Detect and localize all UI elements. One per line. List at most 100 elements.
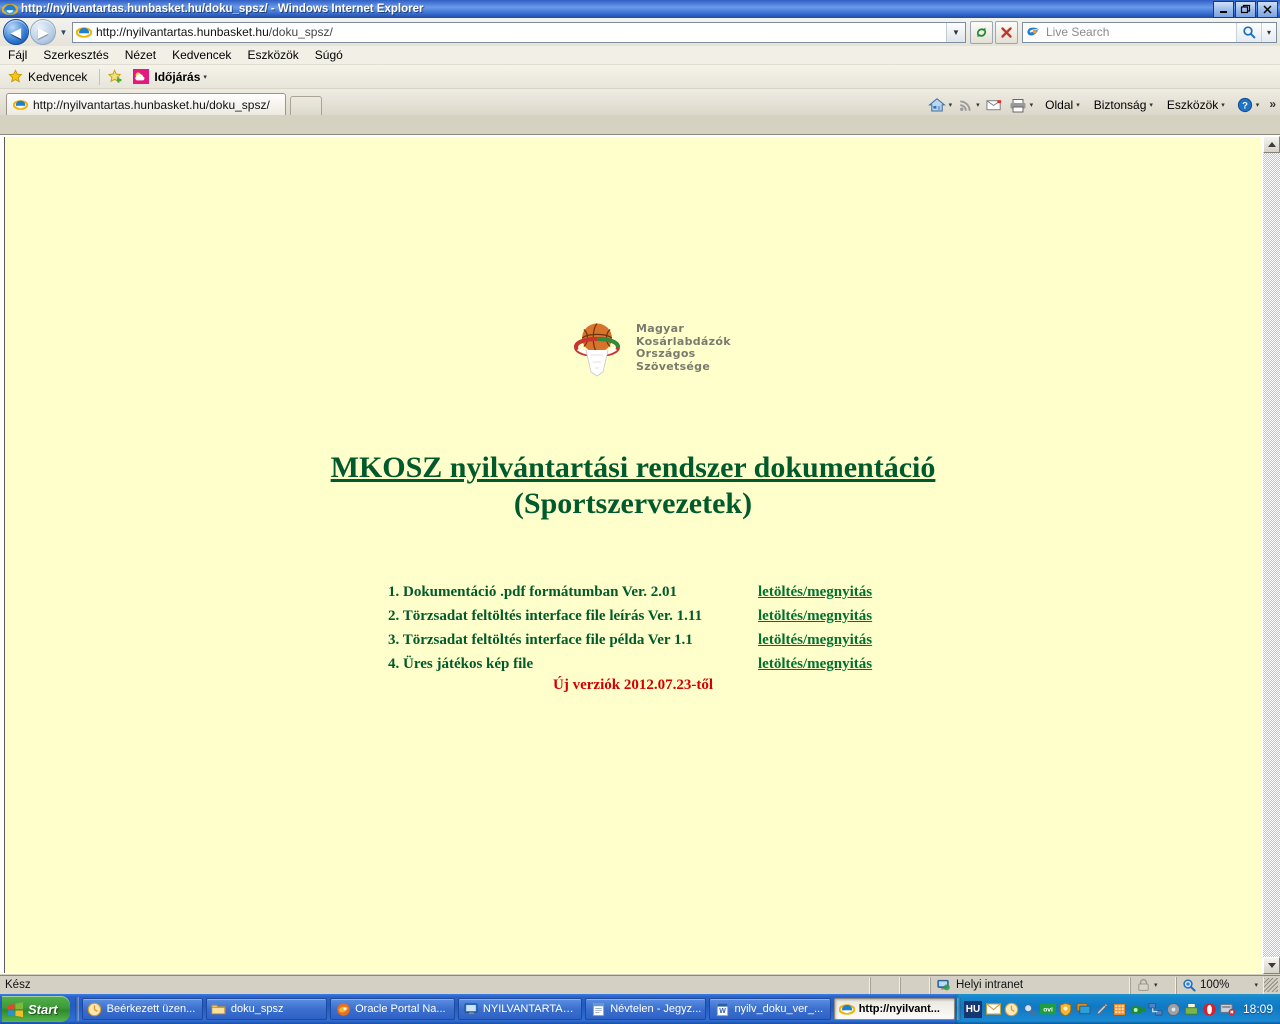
ovi-icon[interactable]: ovi [1039, 1001, 1056, 1017]
taskbar-item-outlook[interactable]: Beérkezett üzen... [81, 998, 203, 1020]
pen-icon[interactable] [1094, 1001, 1110, 1017]
zoom-control[interactable]: 100% ▾ [1176, 976, 1264, 994]
home-icon [927, 97, 946, 113]
security-zone-label: Helyi intranet [956, 979, 1024, 991]
resize-grip[interactable] [1264, 978, 1278, 992]
favorites-item-weather[interactable]: Időjárás ▾ [133, 69, 207, 84]
taskbar-item-ie[interactable]: http://nyilvant... [833, 998, 955, 1020]
search-submit-button[interactable] [1236, 22, 1261, 42]
chevron-down-icon: ▾ [1254, 982, 1258, 989]
back-button[interactable]: ◀ [3, 19, 29, 45]
calculator-icon[interactable] [1112, 1001, 1128, 1017]
menu-item-favorites[interactable]: Kedvencek [172, 48, 231, 62]
address-path: /doku_spsz/ [268, 25, 333, 39]
scroll-down-button[interactable] [1263, 957, 1280, 974]
taskbar-item-terminal[interactable]: NYILVANTARTAS... [458, 998, 583, 1020]
chevron-down-icon: ▼ [952, 27, 960, 37]
triangle-up-icon [1267, 142, 1276, 147]
tools-menu-button[interactable]: Eszközök ▾ [1165, 98, 1227, 112]
browser-tab[interactable]: http://nyilvantartas.hunbasket.hu/doku_s… [6, 93, 286, 115]
help-button[interactable]: ? ▾ [1235, 97, 1262, 113]
address-bar[interactable]: http://nyilvantartas.hunbasket.hu/doku_s… [72, 21, 966, 43]
address-dropdown-button[interactable]: ▼ [946, 22, 965, 42]
start-label: Start [28, 1001, 58, 1017]
status-spacer-1 [870, 976, 900, 994]
new-tab-button[interactable] [290, 96, 322, 115]
tray-grip [956, 998, 961, 1020]
refresh-button[interactable] [970, 20, 993, 44]
network-icon[interactable] [1148, 1001, 1164, 1017]
search-options-button[interactable]: ▾ [1261, 22, 1276, 42]
taskbar-item-firefox[interactable]: Oracle Portal Na... [330, 998, 456, 1020]
print-button[interactable]: ▾ [1007, 98, 1036, 113]
start-button[interactable]: Start [2, 996, 70, 1022]
search-input[interactable]: Live Search [1046, 25, 1109, 39]
chevron-down-icon: ▾ [1149, 102, 1153, 109]
taskbar-item-label: nyilv_doku_ver_... [734, 1003, 824, 1015]
document-label: 3. Törzsadat feltöltés interface file pé… [388, 632, 693, 648]
tray-clock[interactable]: 18:09 [1243, 1002, 1273, 1016]
page-viewport: Magyar Kosárlabdázók Országos Szövetsége… [0, 134, 1280, 974]
navigation-toolbar: ◀ ▶ ▼ http://nyilvantartas.hunbasket.hu/… [0, 18, 1280, 46]
security-menu-button[interactable]: Biztonság ▾ [1092, 98, 1155, 112]
display-icon[interactable] [1076, 1001, 1092, 1017]
close-button[interactable] [1257, 1, 1278, 18]
download-link[interactable]: letöltés/megnyitás [758, 656, 872, 673]
shield-icon[interactable] [1058, 1001, 1074, 1017]
download-link[interactable]: letöltés/megnyitás [758, 584, 872, 601]
opera-icon[interactable] [1202, 1001, 1218, 1017]
safe-remove-icon[interactable] [1220, 1001, 1236, 1017]
language-indicator[interactable]: HU [963, 1000, 982, 1018]
page-menu-label: Oldal [1045, 98, 1074, 112]
favorites-center-button[interactable]: Kedvencek [8, 69, 87, 84]
search-box[interactable]: Live Search ▾ [1022, 21, 1277, 43]
menu-item-tools[interactable]: Eszközök [247, 48, 298, 62]
menu-item-file[interactable]: Fájl [8, 48, 27, 62]
download-link[interactable]: letöltés/megnyitás [758, 608, 872, 625]
forward-button[interactable]: ▶ [30, 19, 56, 45]
taskbar-item-label: Névtelen - Jegyz... [610, 1003, 702, 1015]
taskbar-item-folder[interactable]: doku_spsz [205, 998, 328, 1020]
feeds-button[interactable]: ▾ [956, 98, 982, 113]
menu-item-help[interactable]: Súgó [315, 48, 343, 62]
address-input[interactable]: http://nyilvantartas.hunbasket.hu/doku_s… [96, 25, 333, 39]
tab-favicon-icon [12, 97, 29, 113]
page-title-line-2: (Sportszervezetek) [513, 487, 753, 520]
vertical-scrollbar[interactable] [1263, 136, 1280, 974]
outlook-icon [87, 1001, 103, 1017]
disc-icon[interactable] [1166, 1001, 1182, 1017]
scroll-up-button[interactable] [1263, 136, 1280, 153]
minimize-button[interactable] [1213, 1, 1234, 18]
ie-icon [838, 1001, 855, 1017]
taskbar-item-word[interactable]: W nyilv_doku_ver_... [709, 998, 831, 1020]
add-to-favorites-bar-button[interactable] [108, 69, 123, 84]
scanner-icon[interactable] [1184, 1001, 1200, 1017]
back-arrow-icon: ◀ [11, 24, 21, 40]
mail-button[interactable] [984, 98, 1005, 112]
menu-item-view[interactable]: Nézet [125, 48, 156, 62]
chevron-down-icon: ▾ [203, 73, 207, 81]
list-item: 1. Dokumentáció .pdf formátumban Ver. 2.… [388, 584, 878, 601]
home-button[interactable]: ▾ [926, 97, 955, 113]
page-menu-button[interactable]: Oldal ▾ [1043, 98, 1082, 112]
list-item: 3. Törzsadat feltöltés interface file pé… [388, 632, 878, 649]
site-logo: Magyar Kosárlabdázók Országos Szövetsége [570, 319, 731, 377]
mail-icon[interactable] [986, 1001, 1002, 1017]
search-icon[interactable] [1022, 1001, 1038, 1017]
command-bar-overflow-button[interactable]: » [1269, 97, 1276, 111]
stop-button[interactable] [995, 20, 1018, 44]
menu-item-edit[interactable]: Szerkesztés [43, 48, 108, 62]
protected-mode-indicator[interactable]: ▾ [1130, 976, 1176, 994]
restore-button[interactable] [1235, 1, 1256, 18]
camera-icon[interactable] [1130, 1001, 1146, 1017]
menu-bar: Fájl Szerkesztés Nézet Kedvencek Eszközö… [0, 46, 1280, 65]
download-link[interactable]: letöltés/megnyitás [758, 632, 872, 649]
folder-icon [211, 1001, 227, 1017]
recent-pages-button[interactable]: ▼ [57, 21, 70, 43]
notepad-icon [590, 1001, 606, 1017]
security-zone[interactable]: Helyi intranet [930, 976, 1130, 994]
clock-icon[interactable] [1004, 1001, 1020, 1017]
task-buttons: Beérkezett üzen... doku_spsz Oracle Port… [81, 998, 955, 1020]
chevron-down-icon: ▾ [1029, 102, 1034, 109]
taskbar-item-notepad[interactable]: Névtelen - Jegyz... [585, 998, 707, 1020]
